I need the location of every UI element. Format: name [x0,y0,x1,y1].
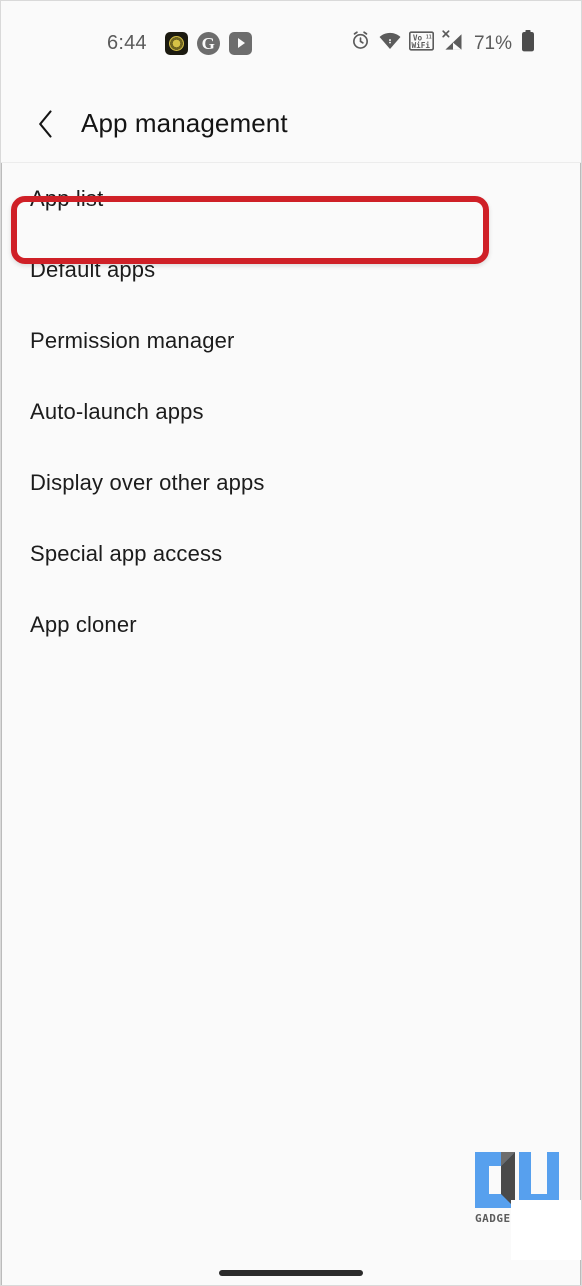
google-icon: G [196,31,220,55]
status-bar-left: 6:44 G [107,31,252,55]
app-header: App management [1,85,581,163]
list-item-label: App list [30,185,104,211]
chevron-left-icon [38,109,52,138]
list-item-default-apps[interactable]: Default apps [1,234,581,305]
list-item-label: Display over other apps [30,469,265,495]
battery-icon [521,29,535,57]
youtube-icon [228,31,252,55]
list-item-label: Auto-launch apps [30,398,204,424]
status-bar: 6:44 G Vo 11 WiFi 71% [1,1,581,85]
settings-list: App list Default apps Permission manager… [1,163,581,1285]
notification-icons: G [164,31,252,55]
home-gesture-bar[interactable] [219,1270,363,1276]
list-item-label: App cloner [30,611,137,637]
list-item-label: Permission manager [30,327,235,353]
list-item-auto-launch-apps[interactable]: Auto-launch apps [1,376,581,447]
list-item-app-cloner[interactable]: App cloner [1,589,581,660]
list-item-permission-manager[interactable]: Permission manager [1,305,581,376]
back-button[interactable] [27,104,63,144]
svg-text:11: 11 [426,34,432,40]
vowifi-icon: Vo 11 WiFi [408,30,435,56]
alarm-clock-icon [350,30,371,56]
wifi-icon [379,32,401,55]
phone-screen: 6:44 G Vo 11 WiFi 71% App management App… [0,0,582,1286]
mobile-signal-no-service-icon [442,30,464,56]
app-badge-icon [164,31,188,55]
page-title: App management [81,108,288,138]
list-item-label: Default apps [30,256,156,282]
list-item-app-list[interactable]: App list [1,163,581,234]
status-time: 6:44 [107,32,147,54]
status-bar-right: Vo 11 WiFi 71% [350,29,535,57]
list-item-label: Special app access [30,540,223,566]
svg-text:WiFi: WiFi [411,41,430,50]
battery-percentage: 71% [473,32,512,54]
list-item-display-over-other-apps[interactable]: Display over other apps [1,447,581,518]
list-item-special-app-access[interactable]: Special app access [1,518,581,589]
